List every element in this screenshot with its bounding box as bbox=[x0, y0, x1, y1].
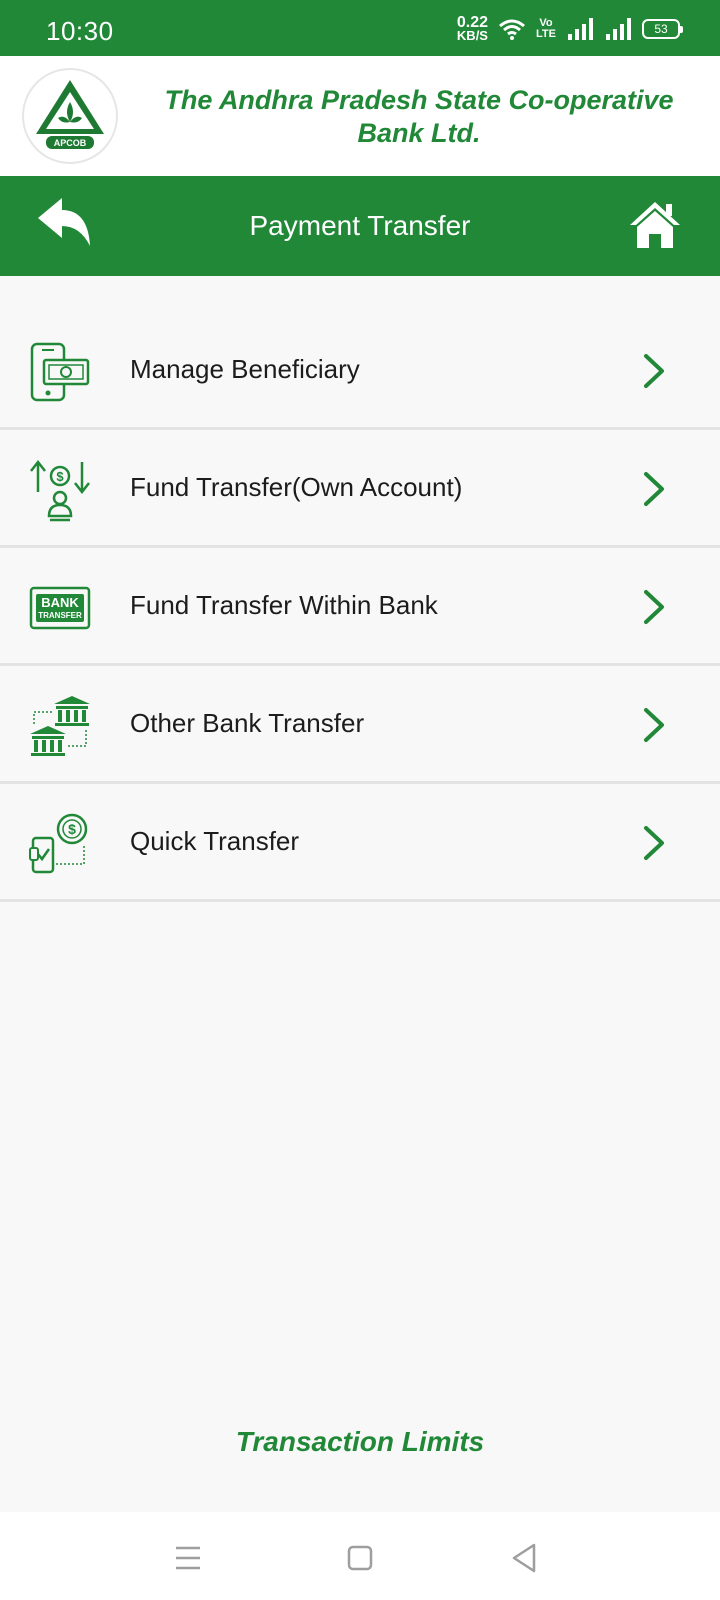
svg-text:$: $ bbox=[68, 821, 76, 837]
signal-icon bbox=[568, 18, 593, 40]
phone-dollar-icon: $ bbox=[29, 813, 88, 874]
bank-to-bank-icon bbox=[30, 696, 90, 756]
chevron-right-icon bbox=[644, 472, 664, 506]
volte-indicator: Vo LTE bbox=[536, 18, 556, 40]
menu-item-label: Quick Transfer bbox=[130, 826, 300, 856]
menu-item-quick-transfer[interactable]: $ Quick Transfer bbox=[0, 784, 720, 902]
svg-text:$: $ bbox=[56, 469, 64, 484]
chevron-right-icon bbox=[644, 708, 664, 742]
logo-text: APCOB bbox=[54, 138, 87, 148]
status-bar: 10:30 0.22 KB/S Vo LTE 53 bbox=[0, 0, 720, 56]
menu-item-label: Fund Transfer Within Bank bbox=[130, 590, 438, 620]
bank-transfer-card-icon: BANK TRANSFER bbox=[29, 586, 91, 630]
bank-logo: APCOB bbox=[20, 66, 120, 166]
home-nav-button[interactable] bbox=[342, 1540, 378, 1576]
page-title: Payment Transfer bbox=[249, 210, 471, 241]
title-bar: Payment Transfer bbox=[0, 176, 720, 276]
system-nav-bar bbox=[0, 1512, 720, 1600]
phone-cash-icon bbox=[30, 342, 90, 402]
menu-item-label: Fund Transfer(Own Account) bbox=[130, 472, 463, 502]
bank-card-bottom-text: TRANSFER bbox=[38, 611, 82, 620]
volte-bottom: LTE bbox=[536, 28, 556, 40]
wifi-icon bbox=[499, 19, 525, 40]
battery-icon: 53 bbox=[642, 19, 683, 39]
menu-item-other-bank-transfer[interactable]: Other Bank Transfer bbox=[0, 666, 720, 784]
signal-icon bbox=[606, 18, 631, 40]
bank-card-top-text: BANK bbox=[41, 595, 79, 610]
network-speed: 0.22 KB/S bbox=[456, 15, 488, 43]
status-time: 10:30 bbox=[46, 16, 114, 46]
menu-item-fund-transfer-within-bank[interactable]: BANK TRANSFER Fund Transfer Within Bank bbox=[0, 548, 720, 666]
chevron-right-icon bbox=[644, 590, 664, 624]
transaction-limits-link[interactable]: Transaction Limits bbox=[0, 1426, 720, 1458]
menu-item-label: Manage Beneficiary bbox=[130, 354, 360, 384]
chevron-right-icon bbox=[644, 826, 664, 860]
recent-apps-button[interactable] bbox=[170, 1540, 206, 1576]
menu-item-fund-transfer-own[interactable]: $ Fund Transfer(Own Account) bbox=[0, 430, 720, 548]
menu-item-label: Other Bank Transfer bbox=[130, 708, 365, 738]
payment-menu: Manage Beneficiary $ Fund Transfer(Own A… bbox=[0, 312, 720, 902]
bank-header: APCOB The Andhra Pradesh State Co-operat… bbox=[0, 56, 720, 176]
menu-item-manage-beneficiary[interactable]: Manage Beneficiary bbox=[0, 312, 720, 430]
transfer-arrows-user-icon: $ bbox=[30, 459, 90, 522]
bank-name: The Andhra Pradesh State Co-operative Ba… bbox=[164, 85, 674, 148]
status-icons: 0.22 KB/S Vo LTE 53 bbox=[456, 14, 683, 44]
network-speed-unit: KB/S bbox=[456, 28, 488, 43]
chevron-right-icon bbox=[644, 354, 664, 388]
home-icon bbox=[630, 202, 680, 248]
home-button[interactable] bbox=[628, 198, 682, 252]
back-nav-button[interactable] bbox=[506, 1540, 542, 1576]
